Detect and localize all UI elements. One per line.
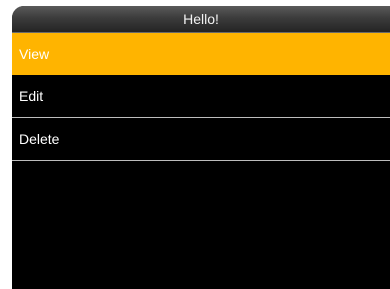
screen-title: Hello! — [183, 11, 219, 27]
menu-item-delete[interactable]: Delete — [12, 118, 390, 161]
device-screen: Hello! View Edit Delete — [12, 6, 390, 289]
menu-list: View Edit Delete — [12, 33, 390, 161]
menu-item-label: Edit — [19, 88, 44, 104]
menu-item-edit[interactable]: Edit — [12, 75, 390, 118]
menu-item-label: View — [19, 46, 50, 62]
menu-item-label: Delete — [19, 131, 60, 147]
menu-item-view[interactable]: View — [12, 33, 390, 75]
title-bar: Hello! — [12, 6, 390, 33]
